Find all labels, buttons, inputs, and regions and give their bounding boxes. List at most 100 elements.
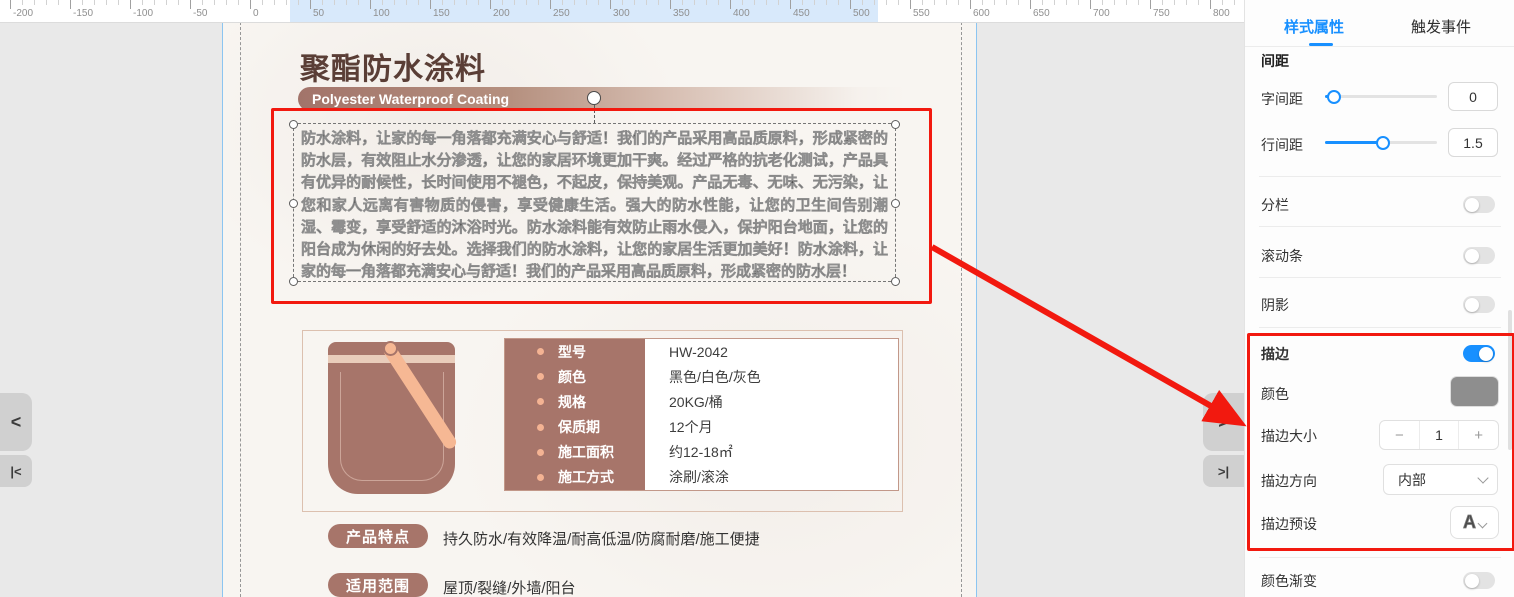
selection-handle[interactable]	[891, 277, 900, 286]
ruler-label: 250	[553, 8, 570, 19]
stroke-direction-value: 内部	[1398, 470, 1426, 490]
chevron-down-icon	[1478, 519, 1488, 529]
badge-product-features[interactable]: 产品特点	[328, 524, 428, 548]
table-row[interactable]: 施工面积 约12-18㎡	[505, 440, 898, 465]
scrollbar-toggle[interactable]	[1463, 247, 1495, 264]
tab-style-properties[interactable]: 样式属性	[1284, 16, 1344, 37]
selected-text-block[interactable]: 防水涂料，让家的每一角落都充满安心与舒适！我们的产品采用高品质原料，形成紧密的防…	[293, 123, 896, 282]
panel-scrollbar[interactable]	[1508, 310, 1512, 450]
table-row[interactable]: 颜色 黑色/白色/灰色	[505, 364, 898, 389]
spec-value: 12个月	[645, 414, 898, 439]
ruler-major-tick	[670, 0, 671, 9]
badge-product-features-text[interactable]: 持久防水/有效降温/耐高低温/防腐耐磨/施工便捷	[443, 528, 760, 549]
margin-guide-left	[240, 22, 241, 597]
rotation-connector	[594, 105, 595, 123]
subtitle-bar[interactable]: Polyester Waterproof Coating	[298, 87, 906, 111]
ruler-major-tick	[190, 0, 191, 9]
stroke-preset-button[interactable]: A	[1450, 506, 1499, 539]
selection-handle[interactable]	[289, 120, 298, 129]
spec-table[interactable]: 型号 HW-2042 颜色 黑色/白色/灰色 规格 20KG/桶 保质期 12个…	[504, 338, 899, 491]
divider	[1245, 46, 1514, 47]
margin-guide-right	[961, 22, 962, 597]
ruler-label: -150	[73, 8, 93, 19]
ruler-major-tick	[910, 0, 911, 9]
divider	[1259, 226, 1501, 227]
ruler-major-tick	[250, 0, 251, 9]
page-edge-guide-right	[976, 22, 977, 597]
selection-handle[interactable]	[891, 120, 900, 129]
ruler-major-tick	[850, 0, 851, 9]
table-row[interactable]: 规格 20KG/桶	[505, 389, 898, 414]
bullet-icon	[537, 398, 544, 405]
tab-trigger-events[interactable]: 触发事件	[1411, 16, 1471, 37]
bullet-icon	[537, 424, 544, 431]
ruler-label: 300	[613, 8, 630, 19]
spec-label: 施工方式	[558, 467, 614, 487]
ruler-label: 500	[853, 8, 870, 19]
slider-knob[interactable]	[1376, 136, 1390, 150]
plus-icon[interactable]: +	[1458, 421, 1498, 449]
letter-spacing-slider[interactable]	[1325, 95, 1437, 98]
shadow-label: 阴影	[1261, 295, 1289, 315]
ruler-major-tick	[490, 0, 491, 9]
table-row[interactable]: 型号 HW-2042	[505, 339, 898, 364]
prev-page-button[interactable]: <	[0, 393, 32, 451]
ruler-major-tick	[70, 0, 71, 9]
editor-stage: -200-150-100-500501001502002503003504004…	[0, 0, 1514, 597]
minus-icon[interactable]: −	[1380, 421, 1419, 449]
table-row[interactable]: 保质期 12个月	[505, 414, 898, 439]
badge-scope-text[interactable]: 屋顶/裂缝/外墙/阳台	[443, 577, 576, 597]
gradient-toggle[interactable]	[1463, 572, 1495, 589]
bullet-icon	[537, 373, 544, 380]
stroke-color-label: 颜色	[1261, 384, 1289, 404]
chevron-down-icon	[1477, 472, 1488, 483]
ruler-label: 150	[433, 8, 450, 19]
spec-label: 颜色	[558, 367, 586, 387]
section-spacing-title: 间距	[1261, 51, 1289, 71]
badge-scope[interactable]: 适用范围	[328, 573, 428, 597]
line-spacing-input[interactable]: 1.5	[1448, 128, 1498, 157]
last-page-button[interactable]: >|	[1203, 455, 1244, 487]
divider	[1259, 327, 1501, 328]
first-page-button[interactable]: |<	[0, 455, 32, 487]
rotation-handle-icon[interactable]	[587, 91, 601, 105]
columns-toggle[interactable]	[1463, 196, 1495, 213]
stroke-color-swatch[interactable]	[1451, 377, 1498, 406]
ruler-major-tick	[1150, 0, 1151, 9]
slider-knob[interactable]	[1327, 90, 1341, 104]
bucket-handle-knob	[383, 341, 398, 356]
table-row[interactable]: 施工方式 涂刷/滚涂	[505, 465, 898, 490]
stroke-direction-select[interactable]: 内部	[1383, 464, 1498, 495]
stroke-size-stepper[interactable]: − 1 +	[1379, 420, 1499, 450]
ruler-label: 450	[793, 8, 810, 19]
stroke-size-value: 1	[1419, 421, 1459, 449]
selection-handle[interactable]	[289, 199, 298, 208]
stroke-preset-label: 描边预设	[1261, 514, 1317, 534]
selection-handle[interactable]	[289, 277, 298, 286]
ruler-label: 750	[1153, 8, 1170, 19]
letter-spacing-input[interactable]: 0	[1448, 82, 1498, 111]
stroke-toggle[interactable]	[1463, 345, 1495, 362]
letter-spacing-label: 字间距	[1261, 89, 1303, 109]
bullet-icon	[537, 449, 544, 456]
ruler-major-tick	[1030, 0, 1031, 9]
line-spacing-slider[interactable]	[1325, 141, 1437, 144]
next-page-button[interactable]: >	[1203, 393, 1244, 451]
ruler-label: 600	[973, 8, 990, 19]
selection-handle[interactable]	[891, 199, 900, 208]
ruler-major-tick	[1210, 0, 1211, 9]
ruler-major-tick	[790, 0, 791, 9]
ruler-label: 0	[253, 8, 259, 19]
page-title[interactable]: 聚酯防水涂料	[300, 44, 486, 88]
ruler-label: 350	[673, 8, 690, 19]
ruler: -200-150-100-500501001502002503003504004…	[0, 0, 1244, 23]
shadow-toggle[interactable]	[1463, 296, 1495, 313]
ruler-label: 550	[913, 8, 930, 19]
ruler-major-tick	[130, 0, 131, 9]
ruler-major-tick	[430, 0, 431, 9]
ruler-label: 800	[1213, 8, 1230, 19]
ruler-major-tick	[10, 0, 11, 9]
line-spacing-label: 行间距	[1261, 135, 1303, 155]
ruler-label: 100	[373, 8, 390, 19]
ruler-major-tick	[970, 0, 971, 9]
